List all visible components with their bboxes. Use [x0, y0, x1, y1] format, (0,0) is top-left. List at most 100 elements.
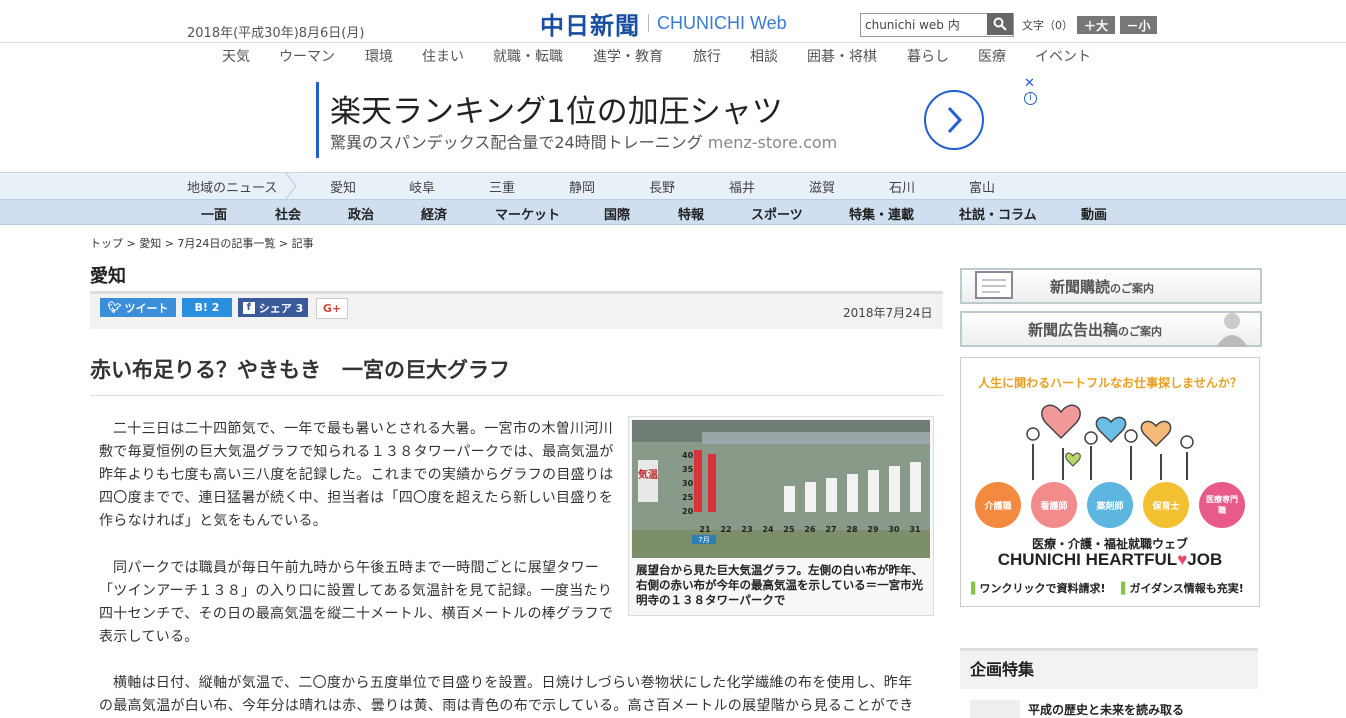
- category-nav-item[interactable]: 社説・コラム: [959, 204, 1037, 223]
- facebook-share-label: シェア 3: [258, 301, 304, 315]
- job-tag[interactable]: 介護職: [975, 482, 1021, 528]
- photo-day-label: 24: [762, 525, 774, 534]
- photo-day-label: 26: [804, 525, 816, 534]
- font-smaller-button[interactable]: －小: [1120, 16, 1157, 34]
- top-nav-item[interactable]: 天気: [222, 46, 250, 66]
- facebook-share-button[interactable]: f シェア 3: [238, 298, 308, 317]
- search-input[interactable]: [861, 14, 987, 34]
- job-tag[interactable]: 医療専門職: [1199, 482, 1245, 528]
- job-tag[interactable]: 看護師: [1031, 482, 1077, 528]
- regional-nav-item[interactable]: 富山: [969, 177, 995, 196]
- regional-nav-item[interactable]: 石川: [889, 177, 915, 196]
- regional-nav-item[interactable]: 三重: [489, 177, 515, 196]
- newspaper-icon: [975, 271, 1013, 299]
- subscribe-banner[interactable]: 新聞購読のご案内: [960, 268, 1262, 304]
- ad-sub-text: 驚異のスパンデックス配合量で24時間トレーニング: [330, 133, 703, 152]
- header-date: 2018年(平成30年)8月6日(月): [187, 26, 365, 41]
- regional-nav-item[interactable]: 福井: [729, 177, 755, 196]
- top-nav-item[interactable]: 住まい: [422, 46, 464, 66]
- top-nav-item[interactable]: 旅行: [693, 46, 721, 66]
- tweet-button[interactable]: 🐦︎ ツイート: [100, 298, 176, 317]
- ad-info-icon[interactable]: i: [1024, 92, 1037, 105]
- heartful-brand-text: CHUNICHI HEARTFUL: [997, 550, 1178, 569]
- top-nav-item[interactable]: 暮らし: [907, 46, 949, 66]
- top-nav-item[interactable]: 相談: [750, 46, 778, 66]
- photo-axis-tick: 40: [682, 451, 694, 460]
- heartful-brand: CHUNICHI HEARTFUL♥JOB: [961, 550, 1259, 570]
- photo-caption: 展望台から見た巨大気温グラフ。左側の白い布が昨年、右側の赤い布が今年の最高気温を…: [636, 563, 924, 607]
- ad-listing-label: 新聞広告出稿: [1028, 321, 1119, 339]
- regional-nav-item[interactable]: 岐阜: [409, 177, 435, 196]
- ad-listing-small: のご案内: [1118, 325, 1163, 338]
- category-nav-item[interactable]: 特集・連載: [849, 204, 914, 223]
- photo-day-label: 27: [825, 525, 836, 534]
- category-nav-item[interactable]: 特報: [678, 204, 704, 223]
- top-nav-item[interactable]: 環境: [365, 46, 393, 66]
- feature-thumbnail[interactable]: [970, 700, 1020, 718]
- font-larger-button[interactable]: ＋大: [1077, 16, 1115, 34]
- site-logo[interactable]: 中日新聞 CHUNICHI Web: [540, 8, 787, 40]
- ad-listing-banner[interactable]: 新聞広告出稿のご案内: [960, 311, 1262, 347]
- photo-day-label: 21: [699, 525, 711, 534]
- heartful-job-list: 介護職 看護師 薬剤師 保育士 医療専門職: [975, 482, 1245, 528]
- article-title: 赤い布足りる？やきもき 一宮の巨大グラフ: [90, 358, 510, 382]
- facebook-icon: f: [242, 301, 255, 314]
- article-photo[interactable]: 気温 40 35 30 25 20 21 22 23 24 25 26 27 28 29 30 31…: [632, 420, 930, 558]
- category-nav-item[interactable]: 政治: [348, 204, 374, 223]
- job-tag[interactable]: 保育士: [1143, 482, 1189, 528]
- ad-arrow-button[interactable]: [924, 90, 984, 150]
- heartful-job-text: JOB: [1187, 550, 1223, 569]
- heartful-job-banner[interactable]: 人生に関わるハートフルなお仕事探しませんか？ 介護職 看護師 薬剤師 保育士 医…: [960, 357, 1260, 607]
- top-nav-item[interactable]: 就職・転職: [493, 46, 563, 66]
- regional-nav-item[interactable]: 愛知: [330, 177, 356, 196]
- regional-nav-item[interactable]: 滋賀: [809, 177, 835, 196]
- regional-nav-item[interactable]: 長野: [649, 177, 675, 196]
- heartful-tagline: 人生に関わるハートフルなお仕事探しませんか？: [978, 376, 1242, 390]
- breadcrumb[interactable]: トップ > 愛知 > 7月24日の記事一覧 > 記事: [90, 235, 314, 251]
- job-tag[interactable]: 薬剤師: [1087, 482, 1133, 528]
- search-button[interactable]: [987, 13, 1013, 35]
- photo-day-label: 23: [741, 525, 752, 534]
- category-nav-item[interactable]: スポーツ: [751, 204, 803, 223]
- photo-label: 気温: [637, 468, 658, 481]
- photo-bar-white: [805, 482, 816, 512]
- photo-axis-tick: 20: [682, 507, 694, 516]
- top-nav-item[interactable]: 進学・教育: [593, 46, 663, 66]
- feature-item-link[interactable]: 平成の歴史と未来を読み取る: [1028, 701, 1184, 718]
- category-nav-item[interactable]: マーケット: [495, 204, 560, 223]
- category-nav-item[interactable]: 動画: [1081, 204, 1107, 223]
- photo-axis-tick: 35: [682, 465, 694, 474]
- category-nav-item[interactable]: 経済: [421, 204, 447, 223]
- photo-temp-sign: [638, 460, 658, 502]
- ad-headline[interactable]: 楽天ランキング1位の加圧シャツ: [330, 86, 783, 131]
- category-nav-item[interactable]: 社会: [275, 204, 301, 223]
- ad-subline[interactable]: 驚異のスパンデックス配合量で24時間トレーニング menz-store.com: [330, 129, 837, 153]
- heartful-cta-2: ガイダンス情報も充実!: [1129, 582, 1244, 595]
- top-nav-item[interactable]: 医療: [978, 46, 1006, 66]
- ad-accent-bar: [316, 82, 319, 158]
- category-nav-item[interactable]: 国際: [604, 204, 630, 223]
- photo-day-label: 25: [783, 525, 795, 534]
- ad-close-icon[interactable]: ✕: [1024, 76, 1035, 91]
- top-nav-item[interactable]: ウーマン: [279, 46, 335, 66]
- heart-icon: ♥: [1177, 550, 1188, 569]
- hatena-bookmark-button[interactable]: B! 2: [182, 298, 232, 317]
- regional-nav-item[interactable]: 静岡: [569, 177, 595, 196]
- title-divider: [90, 395, 943, 396]
- photo-grass: [632, 530, 930, 558]
- logo-divider: [648, 14, 649, 32]
- category-nav-item[interactable]: 一面: [201, 204, 227, 223]
- heartful-cta-1: ワンクリックで資料請求!: [979, 582, 1106, 595]
- photo-sign: [702, 432, 930, 444]
- font-size-label: 文字（0）: [1022, 19, 1073, 32]
- article-paragraph: 同パークでは職員が毎日午前九時から午後五時まで一時間ごとに展望タワー「ツインアー…: [99, 560, 614, 645]
- google-plus-button[interactable]: G+: [316, 298, 348, 319]
- top-nav-item[interactable]: 囲碁・将棋: [807, 46, 877, 66]
- heartful-cta: ▌ガイダンス情報も充実!: [1121, 580, 1244, 596]
- heartful-cta: ▌ワンクリックで資料請求!: [971, 580, 1106, 596]
- site-search: [860, 13, 1014, 37]
- photo-bar-white: [784, 486, 795, 512]
- top-nav-item[interactable]: イベント: [1035, 46, 1091, 66]
- photo-axis-tick: 25: [682, 493, 694, 502]
- regional-nav: 地域のニュース 愛知 岐阜 三重 静岡 長野 福井 滋賀 石川 富山: [0, 172, 1346, 199]
